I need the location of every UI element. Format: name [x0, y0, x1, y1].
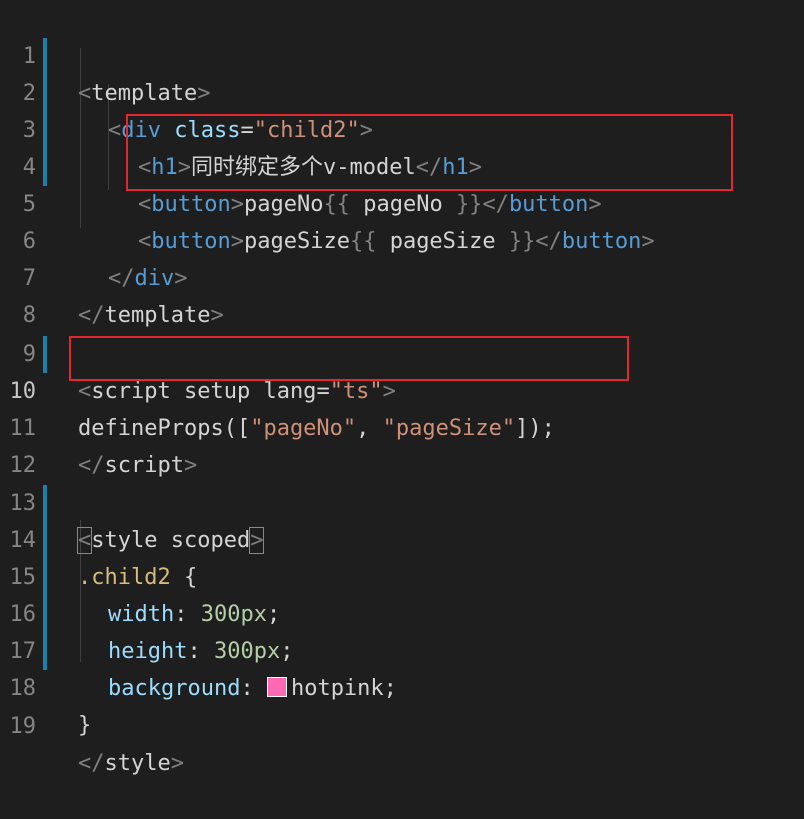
code-text[interactable]: </style>: [78, 745, 184, 782]
code-line[interactable]: 6 </div>: [0, 186, 804, 291]
token: >: [170, 751, 184, 776]
token: }: [78, 713, 92, 738]
token: style: [104, 751, 171, 776]
code-line[interactable]: 7 </template>: [0, 223, 804, 328]
code-text[interactable]: }: [78, 707, 91, 744]
code-line[interactable]: 2 <div class="child2">: [0, 38, 804, 143]
code-line[interactable]: 19 </style>: [0, 671, 804, 776]
code-line[interactable]: 12: [0, 410, 804, 478]
code-line[interactable]: 15 width: 300px;: [0, 522, 804, 627]
code-line[interactable]: 16 height: 300px;: [0, 559, 804, 664]
highlight-box-buttons: [126, 114, 733, 191]
code-line[interactable]: 9 <script setup lang="ts">: [0, 299, 804, 404]
highlight-box-defineprops: [69, 336, 629, 381]
code-line[interactable]: 14 .child2 {: [0, 485, 804, 590]
token: </: [78, 751, 105, 776]
code-line[interactable]: 1 <template>: [0, 1, 804, 106]
code-editor[interactable]: 1 <template> 2 <div class="child2"> 3 <h…: [0, 0, 804, 776]
line-number: 19: [9, 714, 37, 739]
code-line[interactable]: 17 background: hotpink;: [0, 596, 804, 701]
code-line[interactable]: 8: [0, 260, 804, 328]
code-line[interactable]: 18 }: [0, 633, 804, 738]
code-line[interactable]: 13 <style scoped>: [0, 448, 804, 554]
code-line[interactable]: 3 <h1>同时绑定多个v-model</h1>: [0, 75, 804, 180]
